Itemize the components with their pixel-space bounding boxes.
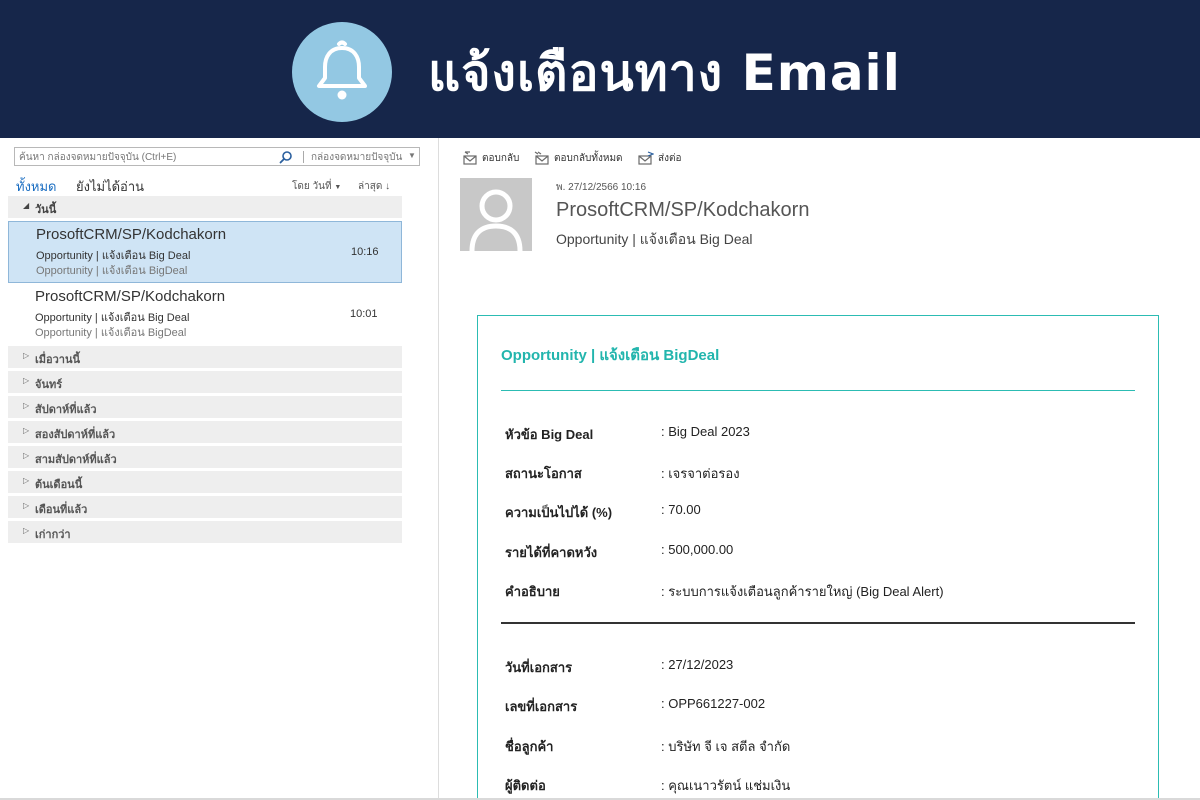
field-value-description: : ระบบการแจ้งเตือนลูกค้ารายใหญ่ (Big Dea… [661, 584, 944, 599]
group-header-last-month[interactable]: ▷ เดือนที่แล้ว [8, 496, 402, 519]
collapsed-triangle-icon: ▷ [23, 376, 30, 385]
forward-icon [638, 151, 654, 165]
field-label-probability: ความเป็นไปได้ (%) [505, 505, 613, 520]
search-input[interactable] [19, 150, 269, 164]
person-silhouette-icon [460, 178, 532, 251]
search-scope-dropdown[interactable]: กล่องจดหมายปัจจุบัน [311, 150, 402, 165]
header-banner: แจ้งเตือนทาง Email [0, 0, 1200, 138]
collapsed-triangle-icon: ▷ [23, 526, 30, 535]
search-divider [303, 151, 304, 163]
mail-time: 10:16 [351, 246, 379, 258]
email-body-card: Opportunity | แจ้งเตือน BigDeal หัวข้อ B… [477, 315, 1159, 800]
sender-avatar [460, 178, 532, 251]
message-date: พ. 27/12/2566 10:16 [556, 182, 646, 193]
sort-order-toggle[interactable]: ล่าสุด ↓ [358, 179, 390, 194]
expanded-triangle-icon: ◢ [23, 201, 30, 210]
group-header-early-this-month[interactable]: ▷ ต้นเดือนนี้ [8, 471, 402, 494]
mail-time: 10:01 [350, 308, 378, 320]
group-label: วันนี้ [35, 204, 57, 216]
pane-divider[interactable] [438, 138, 439, 800]
mail-item[interactable]: ProsoftCRM/SP/Kodchakorn Opportunity | แ… [8, 221, 402, 283]
field-value-opportunity-status: : เจรจาต่อรอง [661, 466, 740, 481]
field-value-document-number: : OPP661227-002 [661, 696, 766, 711]
group-label: สองสัปดาห์ที่แล้ว [35, 429, 116, 441]
group-label: สามสัปดาห์ที่แล้ว [35, 454, 117, 466]
group-label: จันทร์ [35, 379, 63, 391]
group-label: เมื่อวานนี้ [35, 354, 81, 366]
mail-sender: ProsoftCRM/SP/Kodchakorn [35, 288, 226, 305]
collapsed-triangle-icon: ▷ [23, 401, 30, 410]
field-label-contact: ผู้ติดต่อ [505, 778, 546, 793]
group-label: เดือนที่แล้ว [35, 504, 88, 516]
group-label: สัปดาห์ที่แล้ว [35, 404, 97, 416]
divider [501, 390, 1135, 391]
search-box[interactable]: กล่องจดหมายปัจจุบัน ▼ [14, 147, 420, 166]
field-label-document-number: เลขที่เอกสาร [505, 699, 578, 714]
group-header-older[interactable]: ▷ เก่ากว่า [8, 521, 402, 544]
group-label: ต้นเดือนนี้ [35, 479, 83, 491]
group-header-yesterday[interactable]: ▷ เมื่อวานนี้ [8, 346, 402, 369]
mail-item[interactable]: ProsoftCRM/SP/Kodchakorn Opportunity | แ… [8, 284, 402, 346]
field-label-expected-revenue: รายได้ที่คาดหวัง [505, 545, 598, 560]
field-value-customer-name: : บริษัท จี เจ สตีล จำกัด [661, 739, 791, 754]
field-value-document-date: : 27/12/2023 [661, 657, 734, 672]
divider [501, 622, 1135, 624]
caret-down-icon: ▼ [334, 184, 342, 191]
group-header-today[interactable]: ◢ วันนี้ [8, 196, 402, 218]
field-label-document-date: วันที่เอกสาร [505, 660, 573, 675]
sort-by-label: โดย วันที่ [292, 181, 332, 192]
group-header-two-weeks-ago[interactable]: ▷ สองสัปดาห์ที่แล้ว [8, 421, 402, 444]
reply-icon [463, 151, 477, 165]
mail-preview: Opportunity | แจ้งเตือน BigDeal [36, 265, 188, 277]
field-label-opportunity-status: สถานะโอกาส [505, 466, 582, 481]
collapsed-triangle-icon: ▷ [23, 501, 30, 510]
banner-title: แจ้งเตือนทาง Email [428, 44, 901, 102]
group-header-last-week[interactable]: ▷ สัปดาห์ที่แล้ว [8, 396, 402, 419]
bell-icon [317, 40, 367, 100]
forward-label: ส่งต่อ [658, 153, 682, 164]
bell-badge [292, 22, 392, 122]
sort-by-dropdown[interactable]: โดย วันที่ ▼ [292, 179, 341, 194]
group-label: เก่ากว่า [35, 529, 71, 541]
filter-all-tab[interactable]: ทั้งหมด [16, 176, 57, 197]
search-icon[interactable] [279, 150, 293, 164]
field-value-expected-revenue: : 500,000.00 [661, 542, 734, 557]
card-title: Opportunity | แจ้งเตือน BigDeal [501, 347, 720, 364]
field-label-deal-title: หัวข้อ Big Deal [505, 427, 594, 442]
collapsed-triangle-icon: ▷ [23, 351, 30, 360]
message-subject: Opportunity | แจ้งเตือน Big Deal [556, 231, 753, 247]
collapsed-triangle-icon: ▷ [23, 426, 30, 435]
mail-sender: ProsoftCRM/SP/Kodchakorn [36, 226, 227, 243]
reply-label: ตอบกลับ [482, 153, 520, 164]
field-value-contact: : คุณเนาวรัตน์ แช่มเงิน [661, 778, 791, 793]
field-value-probability: : 70.00 [661, 502, 701, 517]
collapsed-triangle-icon: ▷ [23, 476, 30, 485]
field-value-deal-title: : Big Deal 2023 [661, 424, 750, 439]
filter-unread-tab[interactable]: ยังไม่ได้อ่าน [76, 176, 144, 197]
reply-all-label: ตอบกลับทั้งหมด [554, 153, 623, 164]
mail-list-pane: กล่องจดหมายปัจจุบัน ▼ ทั้งหมด ยังไม่ได้อ… [0, 138, 420, 800]
field-label-customer-name: ชื่อลูกค้า [505, 739, 554, 754]
message-sender: ProsoftCRM/SP/Kodchakorn [556, 199, 810, 221]
arrow-down-icon: ↓ [385, 181, 391, 192]
collapsed-triangle-icon: ▷ [23, 451, 30, 460]
group-header-three-weeks-ago[interactable]: ▷ สามสัปดาห์ที่แล้ว [8, 446, 402, 469]
group-header-monday[interactable]: ▷ จันทร์ [8, 371, 402, 394]
reply-all-icon [534, 151, 549, 165]
mail-preview: Opportunity | แจ้งเตือน BigDeal [35, 327, 187, 339]
field-label-description: คำอธิบาย [505, 584, 560, 599]
chevron-down-icon[interactable]: ▼ [408, 151, 416, 160]
sort-order-label: ล่าสุด [358, 181, 383, 192]
